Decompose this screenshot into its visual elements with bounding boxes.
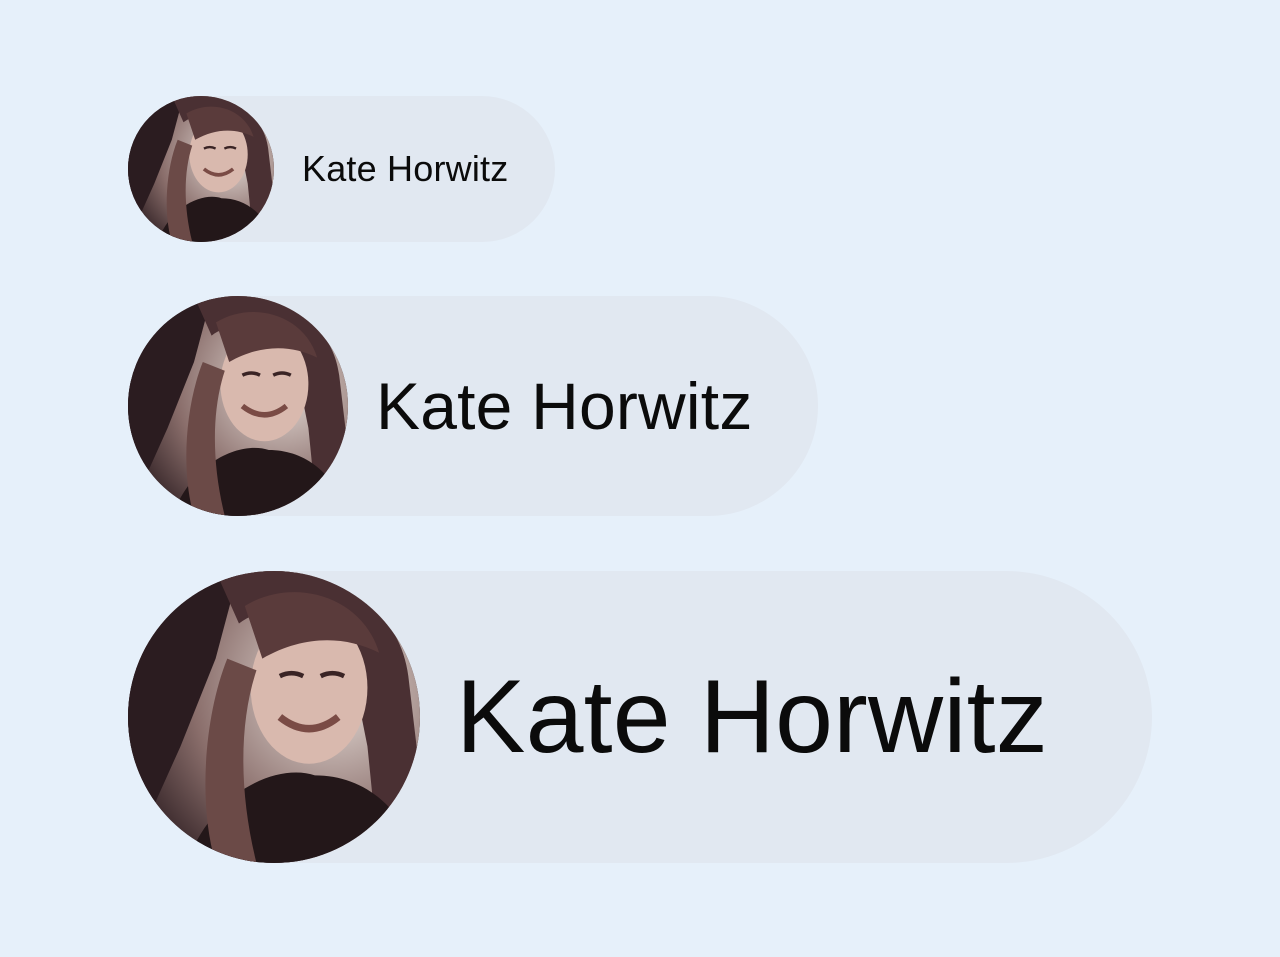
avatar-photo bbox=[128, 96, 274, 242]
user-name: Kate Horwitz bbox=[302, 148, 509, 189]
avatar-photo bbox=[128, 571, 420, 863]
user-name: Kate Horwitz bbox=[376, 369, 753, 443]
user-chip-small[interactable]: Kate Horwitz bbox=[128, 96, 555, 242]
avatar-photo bbox=[128, 296, 348, 516]
user-chip-large[interactable]: Kate Horwitz bbox=[128, 571, 1152, 863]
avatar bbox=[128, 571, 420, 863]
avatar bbox=[128, 96, 274, 242]
user-name: Kate Horwitz bbox=[456, 658, 1048, 775]
user-chip-medium[interactable]: Kate Horwitz bbox=[128, 296, 818, 516]
avatar bbox=[128, 296, 348, 516]
